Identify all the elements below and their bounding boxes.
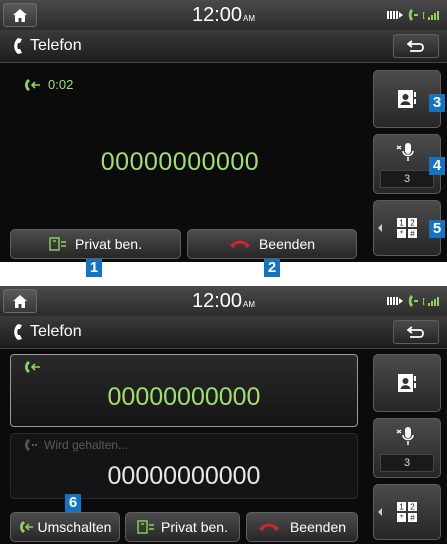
private-mode-label: Privat ben. [75, 236, 142, 252]
status-icons [387, 295, 439, 307]
active-call-icon [25, 361, 40, 373]
call-status-icon [408, 9, 418, 21]
switch-call-button[interactable]: Umschalten [10, 512, 120, 542]
private-mode-label: Privat ben. [161, 519, 228, 535]
private-mode-button[interactable]: Privat ben. [10, 229, 181, 259]
keypad-expand-arrow-icon [378, 224, 382, 232]
private-phone-icon [137, 520, 155, 534]
clock-time: 12:00 [191, 4, 243, 26]
keypad-key-hash: # [410, 230, 415, 239]
microphone-mute-icon [396, 427, 414, 445]
end-call-button[interactable]: Beenden [246, 512, 358, 542]
active-call-number: 00000000000 [107, 383, 261, 411]
clock: 12:00AM [0, 4, 447, 27]
clock-ampm: AM [243, 14, 256, 23]
held-call-number: 00000000000 [107, 462, 261, 490]
callout-3: 3 [429, 94, 445, 112]
caller-number: 00000000000 [100, 148, 260, 176]
mic-volume-level: 3 [380, 454, 434, 472]
keypad-key-star: * [400, 514, 403, 523]
signal-icon [423, 297, 439, 306]
keypad-key-2: 2 [410, 503, 415, 512]
mic-volume-button[interactable]: 3 [373, 418, 441, 478]
keypad-expand-arrow-icon [378, 508, 382, 516]
callout-2: 2 [264, 259, 280, 277]
contacts-book-icon [398, 374, 416, 392]
keypad-button[interactable]: 1 2 * # [373, 484, 441, 540]
keypad-key-star: * [400, 230, 403, 239]
title-bar: Telefon [0, 316, 447, 349]
back-arrow-icon [407, 40, 424, 52]
microphone-mute-icon [396, 143, 414, 161]
back-button[interactable] [393, 320, 439, 344]
dial-keypad-icon: 1 2 * # [397, 502, 417, 522]
signal-icon [423, 11, 439, 20]
status-icons [387, 9, 439, 21]
phone-handset-icon [14, 324, 22, 340]
end-call-icon [258, 523, 279, 531]
end-call-icon [229, 240, 250, 248]
callout-1: 1 [86, 259, 102, 277]
end-call-label: Beenden [258, 236, 316, 252]
title-bar: Telefon [0, 30, 447, 63]
page-title: Telefon [30, 37, 82, 54]
switch-call-icon [19, 521, 33, 533]
contacts-button[interactable] [373, 354, 441, 412]
mic-volume-level: 3 [380, 170, 434, 188]
active-call-icon [25, 78, 40, 91]
call-screen-1: 12:00AM Telefon 0:02 00000000000 3 1 2 *… [0, 0, 447, 262]
clock-time: 12:00 [191, 290, 243, 312]
keypad-key-1: 1 [399, 503, 404, 512]
status-bar: 12:00AM [0, 286, 447, 317]
back-arrow-icon [407, 326, 424, 338]
callout-4: 4 [429, 157, 445, 175]
keypad-key-hash: # [410, 514, 415, 523]
held-call-status: Wird gehalten... [44, 438, 129, 452]
end-call-button[interactable]: Beenden [187, 229, 357, 259]
battery-icon [387, 11, 403, 19]
status-bar: 12:00AM [0, 0, 447, 31]
keypad-key-2: 2 [410, 219, 415, 228]
phone-handset-icon [14, 38, 22, 54]
page-title: Telefon [30, 323, 82, 340]
call-timer: 0:02 [48, 77, 74, 92]
private-mode-button[interactable]: Privat ben. [125, 512, 240, 542]
switch-call-label: Umschalten [37, 519, 112, 535]
private-phone-icon [49, 237, 67, 251]
call-status-icon [408, 295, 418, 307]
back-button[interactable] [393, 34, 439, 58]
active-call-panel[interactable]: 00000000000 [10, 354, 358, 427]
battery-icon [387, 297, 403, 305]
held-call-row: Wird gehalten... [24, 438, 128, 452]
dial-keypad-icon: 1 2 * # [397, 218, 417, 238]
clock: 12:00AM [0, 290, 447, 313]
held-call-icon [25, 439, 37, 451]
end-call-label: Beenden [289, 519, 347, 535]
held-call-panel[interactable]: Wird gehalten... 00000000000 [10, 433, 358, 499]
callout-6: 6 [65, 494, 81, 512]
clock-ampm: AM [243, 300, 256, 309]
keypad-key-1: 1 [399, 219, 404, 228]
call-timer-row: 0:02 [24, 77, 73, 92]
contacts-book-icon [398, 90, 416, 108]
callout-5: 5 [429, 220, 445, 238]
